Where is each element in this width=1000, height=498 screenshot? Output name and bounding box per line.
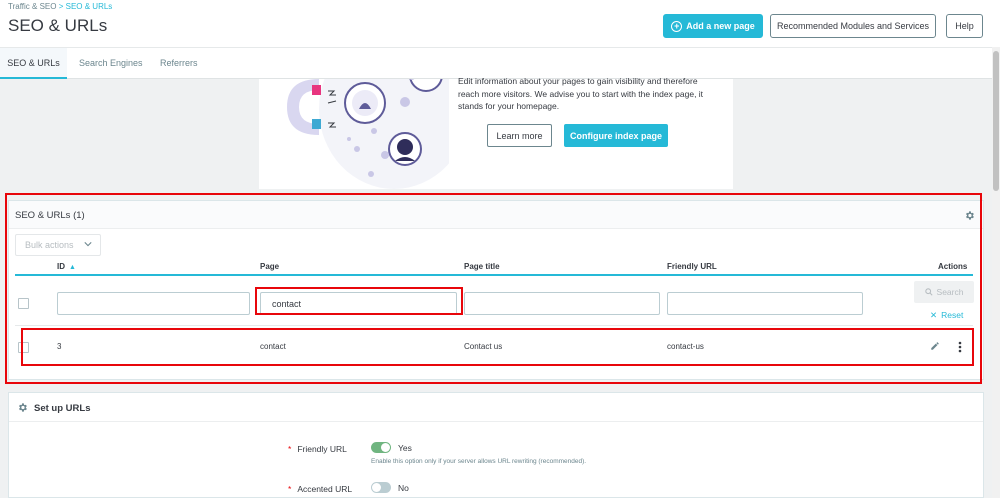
reset-label: Reset — [941, 310, 964, 320]
tab-referrers[interactable]: Referrers — [150, 48, 208, 79]
help-button[interactable]: Help — [946, 14, 983, 38]
accented-url-label-text: Accented URL — [297, 484, 353, 494]
configure-index-page-button[interactable]: Configure index page — [564, 124, 668, 147]
toggle-knob — [381, 443, 390, 452]
recommended-modules-button[interactable]: Recommended Modules and Services — [770, 14, 936, 38]
search-icon — [924, 288, 933, 296]
cell-page-title: Contact us — [464, 342, 503, 351]
breadcrumb-separator: > — [58, 2, 64, 11]
panel-title: SEO & URLs (1) — [15, 210, 85, 221]
plus-circle-icon: + — [671, 20, 683, 32]
friendly-url-toggle[interactable] — [371, 442, 391, 453]
bulk-actions-dropdown[interactable]: Bulk actions — [15, 234, 101, 256]
setup-panel-header: Set up URLs — [9, 393, 983, 422]
friendly-url-label-text: Friendly URL — [297, 444, 347, 454]
cell-friendly-url: contact-us — [667, 342, 704, 351]
friendly-url-label: * Friendly URL — [288, 444, 347, 454]
page-title: SEO & URLs — [8, 16, 108, 35]
cell-id: 3 — [57, 342, 62, 351]
row-divider — [15, 325, 973, 326]
more-actions-icon[interactable] — [957, 341, 963, 353]
column-header-id[interactable]: ID ▲ — [57, 262, 76, 271]
accented-url-label: * Accented URL — [288, 484, 352, 494]
sort-ascending-icon[interactable]: ▲ — [69, 264, 76, 271]
accented-url-value: No — [398, 483, 409, 493]
setup-panel-title: Set up URLs — [34, 403, 91, 414]
setup-urls-panel: Set up URLs * Friendly URL Yes Enable thi… — [8, 392, 984, 498]
header-toolbar: Traffic & SEO > SEO & URLs SEO & URLs + … — [0, 0, 1000, 47]
required-marker: * — [288, 484, 292, 494]
filter-id-input[interactable] — [57, 292, 250, 315]
breadcrumb: Traffic & SEO > SEO & URLs — [8, 2, 112, 11]
close-icon: ✕ — [930, 310, 938, 320]
header-divider — [15, 274, 973, 276]
search-label: Search — [936, 287, 964, 297]
column-header-page[interactable]: Page — [260, 262, 279, 271]
tab-search-engines[interactable]: Search Engines — [69, 48, 153, 79]
add-new-page-button[interactable]: + Add a new page — [663, 14, 763, 38]
filter-page-input[interactable]: contact — [260, 292, 457, 315]
gear-icon — [19, 403, 27, 412]
breadcrumb-current[interactable]: SEO & URLs — [66, 2, 113, 11]
column-header-friendly-url[interactable]: Friendly URL — [667, 262, 717, 271]
toggle-knob — [372, 483, 381, 492]
accented-url-toggle[interactable] — [371, 482, 391, 493]
learn-more-button[interactable]: Learn more — [487, 124, 552, 147]
column-id-label: ID — [57, 262, 65, 271]
panel-header: SEO & URLs (1) — [9, 201, 983, 229]
scrollbar-thumb[interactable] — [993, 51, 999, 191]
filter-page-title-input[interactable] — [464, 292, 660, 315]
helper-description: Edit information about your pages to gai… — [458, 76, 704, 111]
chevron-down-icon — [84, 242, 92, 247]
reset-button[interactable]: ✕ Reset — [930, 310, 963, 321]
row-checkbox[interactable] — [18, 342, 29, 353]
friendly-url-value: Yes — [398, 443, 412, 453]
cell-page: contact — [260, 342, 286, 351]
seo-illustration — [287, 79, 449, 189]
gear-icon[interactable] — [964, 210, 975, 221]
friendly-url-help: Enable this option only if your server a… — [371, 458, 587, 465]
helper-card: Edit information about your pages to gai… — [259, 76, 733, 189]
select-all-checkbox[interactable] — [18, 298, 29, 309]
column-header-actions: Actions — [938, 262, 968, 271]
breadcrumb-parent[interactable]: Traffic & SEO — [8, 2, 56, 11]
column-header-page-title[interactable]: Page title — [464, 262, 500, 271]
add-new-page-label: Add a new page — [686, 21, 755, 31]
required-marker: * — [288, 444, 292, 454]
seo-urls-list-panel: SEO & URLs (1) Bulk actions ID ▲ Page Pag… — [8, 200, 984, 380]
bulk-actions-label: Bulk actions — [25, 240, 74, 250]
search-button[interactable]: Search — [914, 281, 974, 303]
edit-pencil-icon[interactable] — [930, 341, 940, 351]
tab-seo-urls[interactable]: SEO & URLs — [0, 48, 67, 79]
page-scrollbar[interactable] — [992, 47, 1000, 498]
filter-friendly-url-input[interactable] — [667, 292, 863, 315]
